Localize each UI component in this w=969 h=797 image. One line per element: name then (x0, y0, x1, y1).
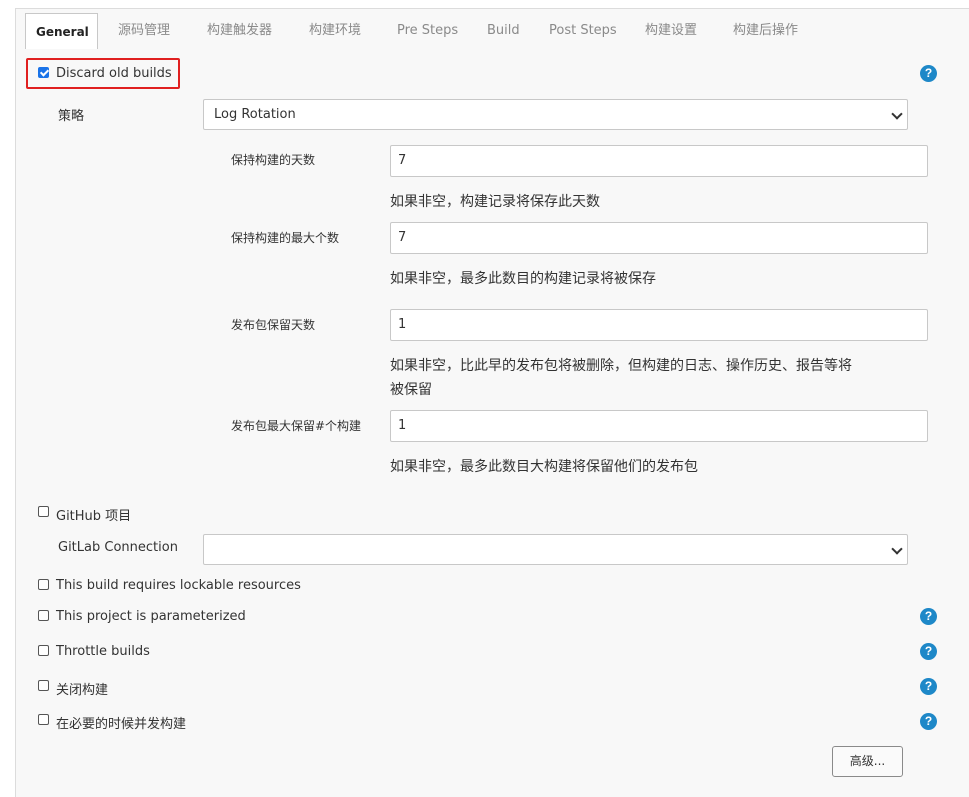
lockable-resources-label: This build requires lockable resources (56, 578, 301, 593)
artifact-days-input[interactable]: 1 (390, 309, 928, 341)
strategy-label: 策略 (58, 109, 85, 124)
days-to-keep-help: 如果非空，构建记录将保存此天数 (390, 194, 600, 210)
strategy-select[interactable]: Log Rotation (203, 99, 908, 130)
github-project-checkbox[interactable] (38, 506, 49, 517)
parameterized-label: This project is parameterized (56, 609, 246, 624)
artifact-max-builds-label: 发布包最大保留#个构建 (231, 419, 362, 433)
discard-old-builds-label: Discard old builds (56, 66, 172, 81)
artifact-days-label: 发布包保留天数 (231, 318, 316, 332)
disable-build-checkbox[interactable] (38, 680, 49, 691)
parameterized-checkbox[interactable] (38, 610, 49, 621)
tab-general[interactable]: General (25, 13, 98, 49)
concurrent-builds-checkbox[interactable] (38, 714, 49, 725)
max-builds-help: 如果非空，最多此数目的构建记录将被保存 (390, 271, 656, 287)
tab-post-build-actions[interactable]: 构建后操作 (733, 13, 798, 49)
help-icon[interactable]: ? (920, 643, 937, 660)
help-icon[interactable]: ? (920, 678, 937, 695)
help-icon[interactable]: ? (920, 65, 937, 82)
tab-build-settings[interactable]: 构建设置 (645, 13, 697, 49)
tab-build-triggers[interactable]: 构建触发器 (207, 13, 272, 49)
tab-build-environment[interactable]: 构建环境 (309, 13, 361, 49)
gitlab-connection-select[interactable] (203, 534, 908, 565)
artifact-max-builds-input[interactable]: 1 (390, 410, 928, 442)
tab-bar: General 源码管理 构建触发器 构建环境 Pre Steps Build … (25, 13, 969, 49)
max-builds-input[interactable]: 7 (390, 222, 928, 254)
days-to-keep-input[interactable]: 7 (390, 145, 928, 177)
help-icon[interactable]: ? (920, 608, 937, 625)
concurrent-builds-label: 在必要的时候并发构建 (56, 717, 187, 732)
chevron-down-icon (891, 543, 903, 555)
max-builds-label: 保持构建的最大个数 (231, 231, 340, 245)
throttle-builds-label: Throttle builds (56, 644, 150, 659)
artifact-days-help-line1: 如果非空，比此早的发布包将被删除，但构建的日志、操作历史、报告等将 (390, 358, 852, 374)
tab-pre-steps[interactable]: Pre Steps (397, 13, 458, 49)
throttle-builds-checkbox[interactable] (38, 645, 49, 656)
gitlab-connection-label: GitLab Connection (58, 540, 178, 555)
tab-build[interactable]: Build (487, 13, 520, 49)
help-icon[interactable]: ? (920, 713, 937, 730)
chevron-down-icon (891, 108, 903, 120)
lockable-resources-checkbox[interactable] (38, 579, 49, 590)
advanced-button[interactable]: 高级... (832, 746, 903, 777)
github-project-label: GitHub 项目 (56, 509, 132, 524)
tab-source-management[interactable]: 源码管理 (118, 13, 170, 49)
tab-post-steps[interactable]: Post Steps (549, 13, 617, 49)
artifact-max-builds-help: 如果非空，最多此数目大构建将保留他们的发布包 (390, 459, 698, 475)
strategy-select-value: Log Rotation (214, 107, 296, 122)
disable-build-label: 关闭构建 (56, 683, 109, 698)
days-to-keep-label: 保持构建的天数 (231, 153, 316, 167)
discard-old-builds-checkbox[interactable] (38, 67, 49, 78)
artifact-days-help-line2: 被保留 (390, 382, 432, 398)
